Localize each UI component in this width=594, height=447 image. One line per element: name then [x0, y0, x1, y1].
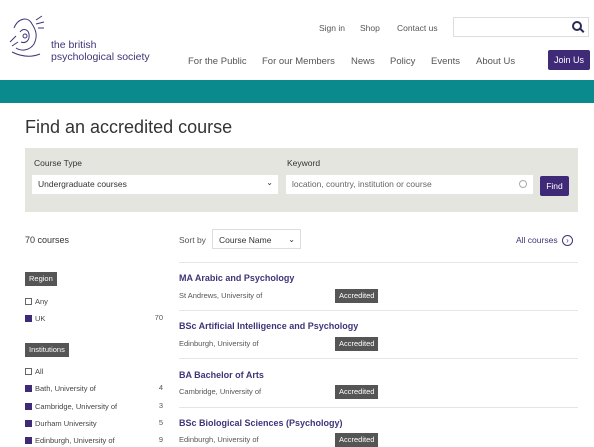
- all-courses-label: All courses: [516, 235, 558, 245]
- join-us-button[interactable]: Join Us: [548, 50, 590, 70]
- keyword-placeholder: location, country, institution or course: [292, 179, 432, 189]
- sort-value: Course Name: [219, 235, 272, 245]
- sort-select[interactable]: Course Name ⌄: [212, 229, 301, 249]
- divider: [179, 407, 578, 408]
- institution-option-all[interactable]: All: [25, 367, 43, 376]
- chevron-down-icon: ⌄: [288, 235, 295, 244]
- find-button[interactable]: Find: [540, 176, 569, 196]
- course-type-select[interactable]: Undergraduate courses ⌄: [32, 175, 278, 194]
- site-search-input[interactable]: [453, 17, 589, 37]
- course-title[interactable]: BSc Artificial Intelligence and Psycholo…: [179, 321, 358, 331]
- search-icon[interactable]: [572, 21, 582, 31]
- accredited-badge: Accredited: [335, 385, 379, 399]
- shop-link[interactable]: Shop: [360, 23, 380, 33]
- course-institution: St Andrews, University of: [179, 291, 263, 300]
- institution-option-edinburgh[interactable]: Edinburgh, University of: [25, 436, 115, 445]
- checkbox-checked[interactable]: [25, 436, 32, 444]
- institution-bath-count: 4: [158, 383, 163, 392]
- checkbox[interactable]: [25, 367, 32, 375]
- institution-edinburgh-count: 9: [158, 435, 163, 444]
- nav-policy[interactable]: Policy: [390, 56, 415, 67]
- nav-for-the-public[interactable]: For the Public: [188, 56, 247, 67]
- region-uk-count: 70: [154, 313, 163, 322]
- nav-for-our-members[interactable]: For our Members: [262, 56, 335, 67]
- page-title: Find an accredited course: [25, 117, 233, 137]
- psyche-emblem-icon: [9, 15, 45, 57]
- contact-us-link[interactable]: Contact us: [397, 23, 438, 33]
- institutions-heading: Institutions: [25, 343, 69, 357]
- checkbox-checked[interactable]: [25, 384, 32, 392]
- clear-icon[interactable]: [519, 180, 527, 188]
- divider: [179, 310, 578, 311]
- course-type-value: Undergraduate courses: [38, 179, 127, 189]
- nav-news[interactable]: News: [351, 56, 375, 67]
- course-institution: Cambridge, University of: [179, 387, 262, 396]
- nav-about-us[interactable]: About Us: [476, 56, 515, 67]
- course-title[interactable]: MA Arabic and Psychology: [179, 273, 294, 283]
- course-title[interactable]: BSc Biological Sciences (Psychology): [179, 418, 343, 428]
- institution-cambridge-count: 3: [158, 401, 163, 410]
- divider: [179, 358, 578, 359]
- course-filter-panel: Course Type Keyword Undergraduate course…: [25, 148, 578, 212]
- course-institution: Edinburgh, University of: [179, 339, 259, 348]
- chevron-right-icon: ›: [561, 235, 573, 247]
- nav-events[interactable]: Events: [431, 56, 460, 67]
- sign-in-link[interactable]: Sign in: [319, 23, 345, 33]
- logo-text-line1: the british: [51, 39, 97, 51]
- accredited-badge: Accredited: [335, 337, 379, 351]
- institution-option-cambridge[interactable]: Cambridge, University of: [25, 402, 117, 411]
- checkbox-checked[interactable]: [25, 419, 32, 427]
- checkbox-checked[interactable]: [25, 314, 32, 322]
- course-institution: Edinburgh, University of: [179, 435, 259, 444]
- bps-logo[interactable]: the british psychological society: [8, 14, 158, 70]
- institution-option-durham[interactable]: Durham University: [25, 419, 97, 428]
- institution-option-bath[interactable]: Bath, University of: [25, 384, 96, 393]
- checkbox-checked[interactable]: [25, 402, 32, 410]
- all-courses-link[interactable]: All courses ›: [516, 235, 573, 247]
- keyword-label: Keyword: [287, 158, 321, 168]
- sort-label: Sort by: [179, 235, 206, 245]
- keyword-input[interactable]: location, country, institution or course: [286, 175, 533, 194]
- region-heading: Region: [25, 272, 57, 286]
- course-type-label: Course Type: [34, 158, 83, 168]
- divider: [179, 262, 578, 263]
- region-option-uk[interactable]: UK: [25, 314, 45, 323]
- institution-durham-count: 5: [158, 418, 163, 427]
- chevron-down-icon: ⌄: [266, 178, 273, 187]
- teal-banner: [0, 80, 594, 103]
- accredited-badge: Accredited: [335, 289, 379, 303]
- course-count: 70 courses: [25, 235, 70, 245]
- logo-text-line2: psychological society: [51, 51, 150, 63]
- checkbox[interactable]: [25, 297, 32, 305]
- course-title[interactable]: BA Bachelor of Arts: [179, 370, 264, 380]
- region-option-any[interactable]: Any: [25, 297, 48, 306]
